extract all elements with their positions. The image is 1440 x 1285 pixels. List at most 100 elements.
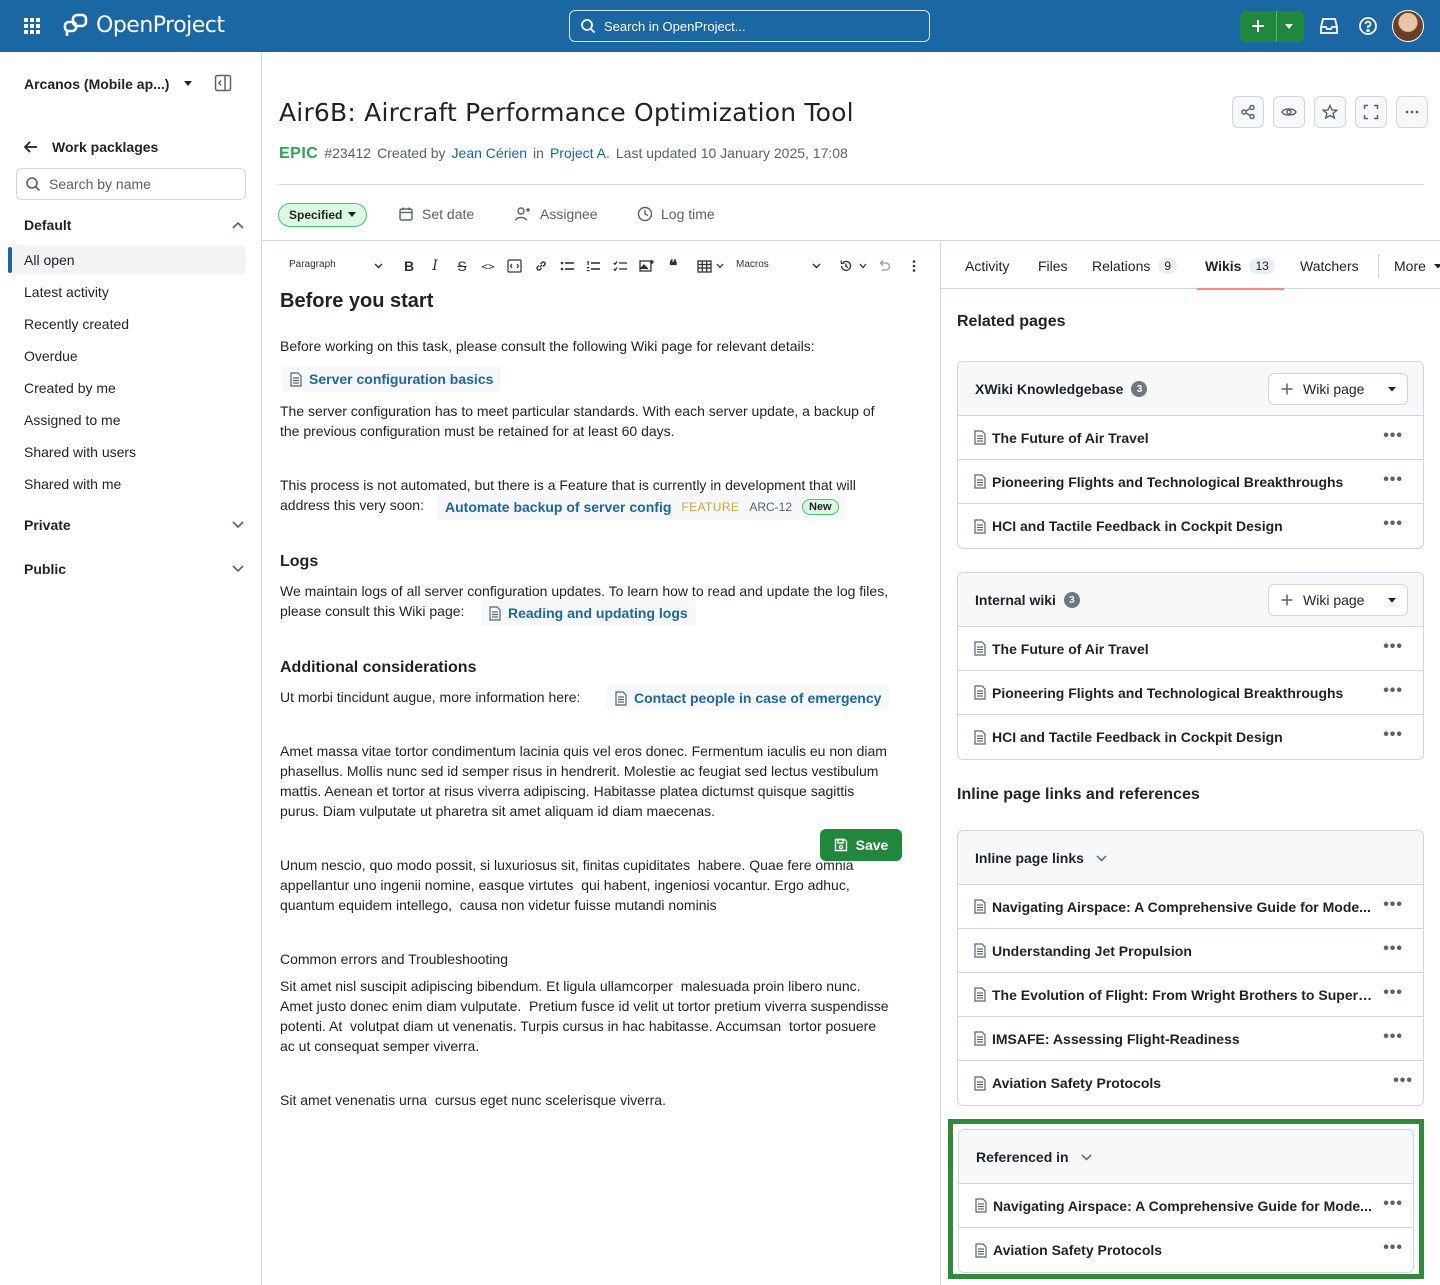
- kebab-horizontal-icon: [1405, 110, 1419, 114]
- sidebar-search-input[interactable]: Search by name: [16, 168, 246, 200]
- row-menu-icon[interactable]: •••: [1383, 472, 1403, 488]
- wiki-page-row[interactable]: The Future of Air Travel •••: [958, 627, 1423, 671]
- openproject-logo[interactable]: OpenProject: [62, 12, 225, 38]
- row-menu-icon[interactable]: •••: [1383, 1029, 1403, 1045]
- create-button[interactable]: [1240, 11, 1304, 42]
- fullscreen-button[interactable]: [1355, 96, 1387, 128]
- document-icon: [489, 605, 501, 621]
- code-icon[interactable]: <>: [480, 258, 496, 274]
- user-avatar[interactable]: [1392, 10, 1424, 42]
- wiki-page-row[interactable]: Pioneering Flights and Technological Bre…: [958, 671, 1423, 715]
- group-default[interactable]: Default: [24, 217, 244, 233]
- wiki-link-chip[interactable]: Reading and updating logs: [481, 600, 696, 626]
- wiki-page-row[interactable]: Understanding Jet Propulsion •••: [958, 929, 1423, 973]
- todo-list-icon[interactable]: [612, 258, 628, 274]
- author-link[interactable]: Jean Cérien: [452, 145, 528, 161]
- wiki-page-row[interactable]: Aviation Safety Protocols •••: [958, 1061, 1423, 1105]
- group-private[interactable]: Private: [24, 517, 244, 533]
- wiki-page-row[interactable]: Navigating Airspace: A Comprehensive Gui…: [958, 885, 1423, 929]
- more-actions-button[interactable]: [1396, 96, 1428, 128]
- set-date-label: Set date: [422, 206, 475, 222]
- work-package-link-chip[interactable]: Automate backup of server config FEATURE…: [437, 494, 847, 520]
- global-search-input[interactable]: Search in OpenProject...: [569, 10, 930, 42]
- document-icon: [974, 1031, 986, 1046]
- history-icon[interactable]: [838, 258, 854, 274]
- more-tools-icon[interactable]: [906, 258, 922, 274]
- tab-files[interactable]: Files: [1038, 258, 1068, 274]
- row-menu-icon[interactable]: •••: [1383, 727, 1403, 743]
- wiki-page-row[interactable]: The Evolution of Flight: From Wright Bro…: [958, 973, 1423, 1017]
- sidebar-item-all-open[interactable]: All open: [8, 245, 246, 275]
- log-time-button[interactable]: Log time: [637, 206, 715, 222]
- quote-icon[interactable]: ❝: [665, 258, 681, 275]
- sidebar-item-shared-with-me[interactable]: Shared with me: [24, 476, 121, 492]
- document-icon: [290, 371, 302, 387]
- sidebar-item-recently-created[interactable]: Recently created: [24, 316, 129, 332]
- star-icon: [1322, 104, 1338, 120]
- box-header[interactable]: Inline page links: [958, 831, 1423, 885]
- help-icon[interactable]: [1357, 15, 1379, 37]
- wiki-page-row[interactable]: The Future of Air Travel •••: [958, 416, 1423, 460]
- app-menu-grid-icon[interactable]: [22, 16, 42, 36]
- wiki-page-title: HCI and Tactile Feedback in Cockpit Desi…: [992, 729, 1283, 745]
- chevron-down-icon: [716, 263, 724, 269]
- row-menu-icon[interactable]: •••: [1393, 1073, 1413, 1089]
- back-to-work-packages[interactable]: Work packlages: [24, 139, 158, 155]
- set-date-button[interactable]: Set date: [398, 206, 474, 222]
- sidebar-item-shared-with-users[interactable]: Shared with users: [24, 444, 136, 460]
- sidebar-item-assigned-to-me[interactable]: Assigned to me: [24, 412, 121, 428]
- project-selector[interactable]: Arcanos (Mobile ap...): [24, 76, 193, 92]
- row-menu-icon[interactable]: •••: [1383, 639, 1403, 655]
- italic-icon[interactable]: I: [427, 258, 443, 274]
- code-block-icon[interactable]: [506, 258, 522, 274]
- wiki-page-row[interactable]: HCI and Tactile Feedback in Cockpit Desi…: [958, 715, 1423, 759]
- table-icon[interactable]: [696, 258, 712, 274]
- arrow-left-icon: [24, 141, 37, 153]
- paragraph-line: Common errors and Troubleshooting: [280, 951, 509, 967]
- favorite-button[interactable]: [1314, 96, 1346, 128]
- sidebar-item-latest-activity[interactable]: Latest activity: [24, 284, 109, 300]
- sidebar-toggle-icon[interactable]: [214, 74, 234, 94]
- top-header: OpenProject Search in OpenProject...: [0, 0, 1440, 52]
- sidebar-item-created-by-me[interactable]: Created by me: [24, 380, 116, 396]
- row-menu-icon[interactable]: •••: [1383, 897, 1403, 913]
- insert-image-icon[interactable]: [638, 258, 654, 274]
- group-public[interactable]: Public: [24, 561, 244, 577]
- tab-watchers[interactable]: Watchers: [1300, 258, 1359, 274]
- wiki-link-chip[interactable]: Contact people in case of emergency: [607, 685, 890, 711]
- add-wiki-page-button[interactable]: Wiki page: [1268, 584, 1408, 616]
- tab-relations[interactable]: Relations 9: [1092, 258, 1178, 274]
- tab-activity[interactable]: Activity: [965, 258, 1009, 274]
- inbox-icon[interactable]: [1318, 15, 1340, 37]
- link-icon[interactable]: [533, 258, 549, 274]
- project-link[interactable]: Project A.: [550, 145, 610, 161]
- wiki-page-row[interactable]: Pioneering Flights and Technological Bre…: [958, 460, 1423, 504]
- watch-button[interactable]: [1273, 96, 1305, 128]
- wiki-link-chip[interactable]: Server configuration basics: [282, 366, 502, 392]
- row-menu-icon[interactable]: •••: [1383, 683, 1403, 699]
- internal-wiki-box: Internal wiki 3 Wiki page The Future of …: [957, 572, 1424, 760]
- numbered-list-icon[interactable]: [585, 258, 601, 274]
- add-wiki-page-button[interactable]: Wiki page: [1268, 373, 1408, 405]
- wiki-page-row[interactable]: HCI and Tactile Feedback in Cockpit Desi…: [958, 504, 1423, 548]
- row-menu-icon[interactable]: •••: [1383, 428, 1403, 444]
- tab-more[interactable]: More: [1394, 258, 1440, 274]
- undo-icon[interactable]: [876, 258, 892, 274]
- share-button[interactable]: [1232, 96, 1264, 128]
- assignee-button[interactable]: Assignee: [514, 206, 598, 222]
- save-button[interactable]: Save: [820, 829, 902, 861]
- tab-wikis[interactable]: Wikis 13: [1205, 258, 1275, 274]
- row-menu-icon[interactable]: •••: [1383, 941, 1403, 957]
- sidebar-item-overdue[interactable]: Overdue: [24, 348, 78, 364]
- macros-select[interactable]: Macros: [736, 259, 769, 270]
- row-menu-icon[interactable]: •••: [1383, 516, 1403, 532]
- status-dropdown[interactable]: Specified: [278, 203, 368, 227]
- bulleted-list-icon[interactable]: [559, 258, 575, 274]
- wiki-page-row[interactable]: IMSAFE: Assessing Flight-Readiness •••: [958, 1017, 1423, 1061]
- document-icon: [974, 518, 986, 534]
- paragraph-line: Ut morbi tincidunt augue, more informati…: [280, 689, 581, 705]
- bold-icon[interactable]: B: [401, 258, 417, 274]
- strikethrough-icon[interactable]: S: [454, 258, 470, 274]
- row-menu-icon[interactable]: •••: [1383, 985, 1403, 1001]
- paragraph-style-select[interactable]: Paragraph: [289, 259, 336, 270]
